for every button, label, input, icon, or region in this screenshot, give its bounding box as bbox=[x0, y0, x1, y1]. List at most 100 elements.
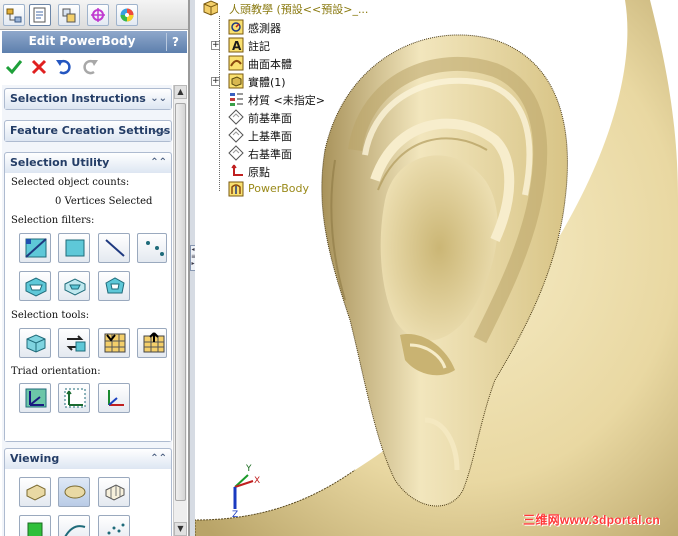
face-filter-icon bbox=[65, 239, 85, 257]
expand-plus-icon[interactable]: + bbox=[211, 41, 220, 50]
panel-scrollbar[interactable]: ▲ ▼ bbox=[173, 85, 187, 536]
redo-button[interactable] bbox=[80, 57, 100, 77]
selection-utility-header[interactable]: Selection Utility ⌃⌃ bbox=[5, 153, 171, 173]
vertex-filter-icon bbox=[25, 238, 47, 258]
part-icon bbox=[203, 0, 218, 16]
plane-icon bbox=[228, 145, 244, 161]
dimxpert-tab[interactable] bbox=[87, 4, 109, 26]
crosshair-icon bbox=[91, 8, 105, 22]
viewing-body bbox=[5, 469, 171, 536]
annotation-icon: A bbox=[228, 37, 244, 53]
triad-local-button[interactable] bbox=[58, 383, 90, 413]
tree-item-label: 上基準面 bbox=[248, 130, 292, 143]
undo-button[interactable] bbox=[54, 57, 74, 77]
origin-icon bbox=[231, 164, 243, 176]
tree-item-label: 前基準面 bbox=[248, 112, 292, 125]
sensor-icon bbox=[228, 19, 244, 35]
selection-utility-body: Selected object counts: 0 Vertices Selec… bbox=[5, 173, 171, 441]
grow-selection-button[interactable] bbox=[137, 328, 167, 358]
action-toolbar bbox=[2, 56, 122, 78]
selection-utility-group: Selection Utility ⌃⌃ Selected object cou… bbox=[4, 152, 172, 442]
manager-tab-bar bbox=[0, 0, 188, 30]
body-filter-icon bbox=[25, 277, 47, 297]
filter-face-button[interactable] bbox=[58, 233, 90, 263]
triad-local-icon bbox=[64, 388, 86, 408]
tree-item-label: 材質 <未指定> bbox=[248, 94, 325, 107]
grid-select-icon bbox=[104, 333, 126, 353]
view-wireframe-button[interactable] bbox=[98, 477, 130, 507]
triad-view-button[interactable] bbox=[98, 383, 130, 413]
tree-item-label: 右基準面 bbox=[248, 148, 292, 161]
feature-tree: 人頭教學 (預設<<預設>_... 感測器 + A 註記 曲面本體 + 實體(1… bbox=[196, 0, 456, 200]
viewing-title: Viewing bbox=[10, 452, 60, 465]
filter-edge-button[interactable] bbox=[98, 233, 130, 263]
feature-creation-settings-title: Feature Creation Settings bbox=[10, 124, 171, 137]
selection-filters-label: Selection filters: bbox=[11, 215, 95, 226]
scroll-down-arrow-icon[interactable]: ▼ bbox=[174, 522, 187, 536]
view-smooth-button[interactable] bbox=[58, 477, 90, 507]
configuration-manager-tab[interactable] bbox=[58, 4, 80, 26]
grid-grow-icon bbox=[143, 332, 165, 353]
view-curves-button[interactable] bbox=[58, 515, 90, 536]
plane-icon bbox=[228, 127, 244, 143]
expand-plus-icon[interactable]: + bbox=[211, 77, 220, 86]
selected-counts-label: Selected object counts: bbox=[11, 177, 130, 188]
solid-bodies-icon bbox=[228, 73, 244, 89]
feature-manager-tab[interactable] bbox=[3, 4, 25, 26]
chevron-down-icon: ⌄⌄ bbox=[150, 125, 167, 136]
svg-text:X: X bbox=[254, 476, 260, 486]
region-filter-icon bbox=[105, 277, 125, 294]
svg-text:Y: Y bbox=[245, 464, 252, 474]
view-points-button[interactable] bbox=[98, 515, 130, 536]
point-filter-icon bbox=[146, 241, 164, 256]
property-manager-tab[interactable] bbox=[29, 4, 51, 26]
triad-global-button[interactable] bbox=[19, 383, 51, 413]
view-mesh-button[interactable] bbox=[19, 515, 51, 536]
panel-title: Edit PowerBody bbox=[28, 34, 136, 48]
filter-body-button[interactable] bbox=[19, 271, 51, 301]
color-wheel-icon bbox=[120, 8, 134, 22]
configuration-icon bbox=[62, 8, 76, 23]
selected-counts-value: 0 Vertices Selected bbox=[55, 196, 153, 207]
shaded-box-icon bbox=[26, 484, 46, 501]
svg-text:A: A bbox=[232, 39, 242, 53]
cancel-button[interactable] bbox=[29, 57, 49, 77]
viewing-header[interactable]: Viewing ⌃⌃ bbox=[5, 449, 171, 469]
selection-instructions-group[interactable]: Selection Instructions ⌄⌄ bbox=[4, 88, 172, 110]
chevron-down-icon: ⌄⌄ bbox=[150, 93, 167, 104]
selection-tools-label: Selection tools: bbox=[11, 310, 90, 321]
triad-orientation-label: Triad orientation: bbox=[11, 366, 101, 377]
property-manager-panel: Edit PowerBody ? Selection Instructions … bbox=[0, 0, 189, 536]
wireframe-box-icon bbox=[105, 484, 125, 501]
filter-vertex-button[interactable] bbox=[19, 233, 51, 263]
filter-region-button[interactable] bbox=[98, 271, 130, 301]
tree-item-label: PowerBody bbox=[248, 182, 310, 195]
select-all-button[interactable] bbox=[19, 328, 51, 358]
surface-bodies-icon bbox=[228, 55, 244, 71]
feature-creation-settings-group[interactable]: Feature Creation Settings ⌄⌄ bbox=[4, 120, 172, 142]
mesh-icon bbox=[27, 522, 43, 536]
invert-selection-button[interactable] bbox=[58, 328, 90, 358]
property-scroll-area: Selection Instructions ⌄⌄ Feature Creati… bbox=[2, 85, 172, 536]
triad-global-icon bbox=[25, 388, 47, 408]
scroll-up-arrow-icon[interactable]: ▲ bbox=[174, 85, 187, 99]
svg-text:Z: Z bbox=[232, 510, 238, 519]
view-shaded-button[interactable] bbox=[19, 477, 51, 507]
powerbody-icon bbox=[228, 181, 244, 197]
scrollbar-thumb[interactable] bbox=[175, 103, 186, 501]
selection-instructions-header[interactable]: Selection Instructions ⌄⌄ bbox=[5, 89, 171, 109]
checkmark-icon bbox=[5, 60, 23, 75]
ok-button[interactable] bbox=[4, 57, 24, 77]
help-button[interactable]: ? bbox=[166, 33, 184, 51]
filter-shell-button[interactable] bbox=[58, 271, 90, 301]
display-manager-tab[interactable] bbox=[116, 4, 138, 26]
filter-point-button[interactable] bbox=[137, 233, 167, 263]
curves-icon bbox=[64, 525, 86, 536]
material-icon bbox=[230, 93, 243, 106]
selection-utility-title: Selection Utility bbox=[10, 156, 110, 169]
redo-icon bbox=[83, 59, 98, 75]
tree-item-label: 曲面本體 bbox=[248, 58, 292, 71]
select-border-button[interactable] bbox=[98, 328, 130, 358]
feature-creation-settings-header[interactable]: Feature Creation Settings ⌄⌄ bbox=[5, 121, 171, 141]
property-icon bbox=[33, 7, 46, 23]
